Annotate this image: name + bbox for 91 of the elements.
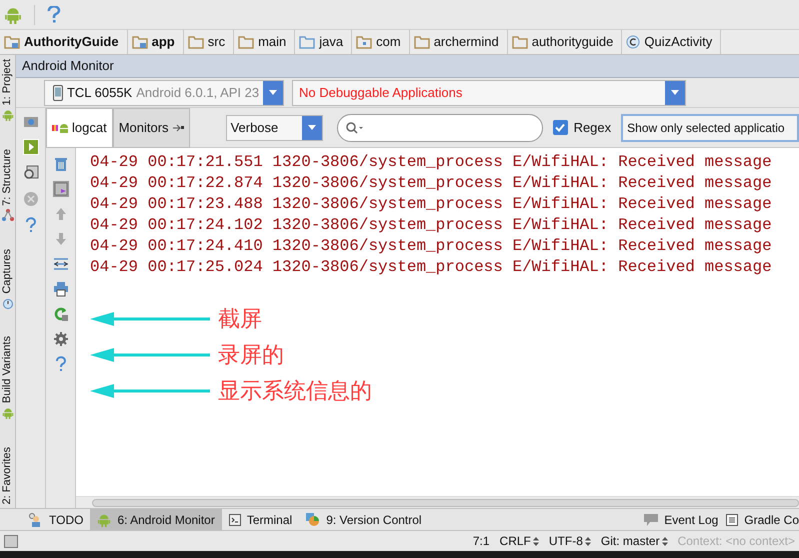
- annotation-text: 录屏的: [218, 344, 284, 366]
- todo-person-icon: [27, 512, 43, 526]
- wrap-icon[interactable]: [52, 256, 68, 272]
- folder-icon: [4, 35, 20, 49]
- android-icon: [2, 407, 14, 420]
- dropdown-caret-icon: [671, 90, 679, 95]
- android-icon[interactable]: [4, 6, 22, 24]
- pin-arrow-icon: [172, 124, 184, 132]
- folder-icon: [356, 35, 372, 49]
- device-detail: Android 6.0.1, API 23: [136, 84, 260, 102]
- tool-window-tab[interactable]: Event Log: [636, 509, 718, 530]
- breadcrumb-item[interactable]: java: [295, 30, 352, 54]
- breadcrumb-item[interactable]: main: [234, 30, 296, 54]
- app-dropdown[interactable]: No Debuggable Applications: [292, 80, 686, 106]
- folder-icon: [414, 35, 430, 49]
- filter-dropdown[interactable]: Show only selected applicatio: [621, 114, 799, 142]
- folder-icon: [299, 35, 316, 49]
- restart-icon[interactable]: [52, 306, 68, 322]
- dropdown-caret-icon: [269, 90, 278, 95]
- log-line: 04-29 00:17:24.410 1320-3806/system_process E/WifiHAL: Received message: [90, 236, 772, 257]
- terminal-icon: [228, 514, 241, 526]
- play-icon[interactable]: [22, 139, 38, 155]
- speech-bubble-icon: [644, 514, 658, 526]
- tool-window-tab[interactable]: 2: Favorites: [0, 446, 16, 504]
- android-icon: [2, 109, 14, 122]
- class-icon: [626, 35, 640, 49]
- breadcrumb-item[interactable]: app: [128, 30, 184, 54]
- panel-tab[interactable]: Monitors: [112, 108, 190, 148]
- tool-window-tab[interactable]: TODO: [20, 509, 90, 530]
- tool-window-tab[interactable]: Captures: [0, 248, 16, 310]
- annotation-text: 显示系统信息的: [218, 380, 372, 402]
- folder-icon: [238, 35, 254, 49]
- scroll-to-end-icon[interactable]: [52, 181, 68, 197]
- panel-tab[interactable]: logcat: [46, 108, 113, 148]
- folder-icon: [188, 35, 204, 49]
- dropdown-caret-icon: [308, 125, 316, 130]
- breadcrumb-item[interactable]: QuizActivity: [622, 30, 722, 54]
- breadcrumb-item[interactable]: authorityguide: [508, 30, 622, 54]
- status-item[interactable]: 7:1: [472, 532, 490, 550]
- phone-icon: [53, 84, 63, 100]
- tool-window-tab[interactable]: 6: Android Monitor: [90, 509, 222, 530]
- log-level-text: Verbose: [230, 118, 280, 137]
- status-context: Context: <no context>: [678, 533, 795, 550]
- settings-icon[interactable]: [52, 331, 68, 347]
- panel-toggle[interactable]: [4, 534, 18, 548]
- log-line: 04-29 00:17:23.488 1320-3806/system_process E/WifiHAL: Received message: [90, 194, 772, 215]
- status-item[interactable]: CRLF: [500, 532, 539, 550]
- tool-window-tab[interactable]: 1: Project: [0, 59, 16, 122]
- status-item[interactable]: UTF-8: [548, 532, 591, 550]
- log-level-dropdown[interactable]: Verbose: [226, 114, 323, 140]
- tool-window-tab[interactable]: 7: Structure: [0, 148, 16, 222]
- tool-window-tab[interactable]: 9: Version Control: [299, 509, 429, 530]
- tool-window-tab[interactable]: Gradle Co: [718, 509, 799, 530]
- checkbox[interactable]: [552, 120, 568, 135]
- app-select-text: No Debuggable Applications: [299, 84, 464, 102]
- up-down-arrows-icon: [662, 536, 668, 546]
- up-down-arrows-icon: [532, 536, 539, 546]
- device-name: TCL 6055K: [66, 84, 132, 102]
- trash-icon[interactable]: [52, 156, 68, 172]
- search-icon: [346, 122, 364, 134]
- checkmark-icon: [555, 123, 566, 132]
- android-icon: [97, 512, 112, 526]
- system-info-icon[interactable]: [22, 165, 38, 181]
- console-icon: [726, 514, 738, 526]
- search-field[interactable]: [336, 114, 543, 142]
- breadcrumb-item[interactable]: archermind: [410, 30, 508, 54]
- version-control-icon: [306, 512, 320, 526]
- printer-icon[interactable]: [52, 281, 68, 297]
- stopwatch-icon: [2, 297, 14, 310]
- log-line: 04-29 00:17:21.551 1320-3806/system_process E/WifiHAL: Received message: [90, 152, 772, 173]
- panel-title: Android Monitor: [22, 57, 114, 76]
- tool-window-tab[interactable]: Terminal: [222, 509, 300, 530]
- regex-checkbox[interactable]: Regex: [552, 118, 612, 138]
- breadcrumb-item[interactable]: src: [184, 30, 234, 54]
- help-icon[interactable]: [47, 6, 61, 24]
- stop-icon[interactable]: [22, 191, 38, 207]
- status-item[interactable]: Git: master: [600, 532, 668, 550]
- up-down-arrows-icon: [584, 536, 591, 546]
- breadcrumb-item[interactable]: com: [352, 30, 410, 54]
- tool-window-tab[interactable]: Build Variants: [0, 336, 16, 420]
- annotation-text: 截屏: [218, 308, 262, 330]
- log-line: 04-29 00:17:25.024 1320-3806/system_process E/WifiHAL: Received message: [90, 257, 772, 278]
- folder-icon: [512, 35, 528, 49]
- structure-icon: [2, 209, 14, 222]
- log-line: 04-29 00:17:24.102 1320-3806/system_process E/WifiHAL: Received message: [90, 215, 772, 236]
- logcat-icon: [52, 122, 68, 134]
- breadcrumb-item[interactable]: AuthorityGuide: [0, 30, 128, 54]
- folder-icon: [132, 35, 148, 49]
- log-line: 04-29 00:17:22.874 1320-3806/system_process E/WifiHAL: Received message: [90, 173, 772, 194]
- device-dropdown[interactable]: TCL 6055K Android 6.0.1, API 23: [44, 80, 284, 106]
- horizontal-scrollbar[interactable]: [76, 496, 799, 508]
